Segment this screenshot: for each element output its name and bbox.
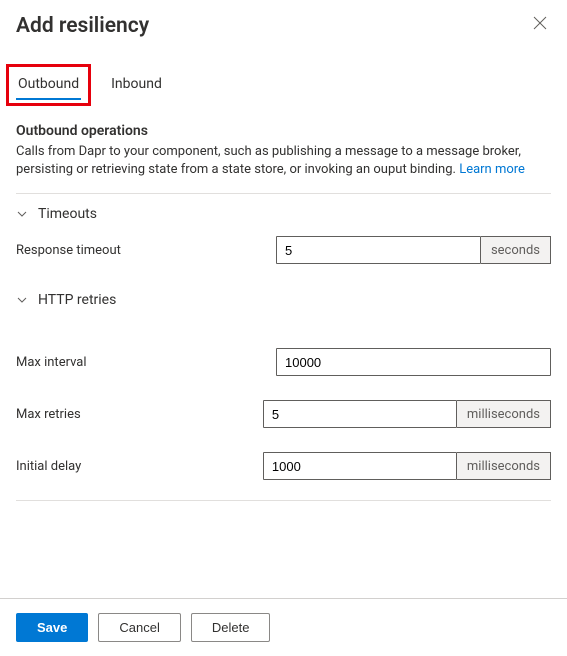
tab-outbound[interactable]: Outbound xyxy=(16,70,81,98)
initial-delay-unit: milliseconds xyxy=(457,452,551,480)
cancel-button[interactable]: Cancel xyxy=(98,613,180,642)
close-icon[interactable] xyxy=(529,14,551,32)
save-button[interactable]: Save xyxy=(16,613,88,642)
http-retries-section-header[interactable]: HTTP retries xyxy=(16,292,551,308)
response-timeout-input[interactable] xyxy=(276,236,481,264)
max-interval-input[interactable] xyxy=(276,348,551,376)
section-description-text: Calls from Dapr to your component, such … xyxy=(16,144,521,177)
tab-outbound-label: Outbound xyxy=(18,76,79,92)
initial-delay-label: Initial delay xyxy=(16,459,263,474)
timeouts-section-label: Timeouts xyxy=(38,206,97,222)
max-retries-input[interactable] xyxy=(263,400,457,428)
max-retries-label: Max retries xyxy=(16,407,263,422)
chevron-down-icon xyxy=(16,294,28,306)
chevron-down-icon xyxy=(16,208,28,220)
learn-more-link[interactable]: Learn more xyxy=(459,162,525,177)
initial-delay-input[interactable] xyxy=(263,452,457,480)
tab-inbound[interactable]: Inbound xyxy=(109,70,164,98)
section-description: Calls from Dapr to your component, such … xyxy=(16,143,551,179)
footer-bar: Save Cancel Delete xyxy=(0,598,567,656)
tab-inbound-label: Inbound xyxy=(111,76,162,92)
http-retries-section-label: HTTP retries xyxy=(38,292,116,308)
section-heading: Outbound operations xyxy=(16,123,551,139)
timeouts-section-header[interactable]: Timeouts xyxy=(16,206,551,222)
response-timeout-row: Response timeout seconds xyxy=(16,236,551,264)
max-interval-label: Max interval xyxy=(16,355,276,370)
response-timeout-label: Response timeout xyxy=(16,243,276,258)
max-retries-row: Max retries milliseconds xyxy=(16,400,551,428)
delete-button[interactable]: Delete xyxy=(191,613,271,642)
max-interval-row: Max interval xyxy=(16,348,551,376)
max-retries-unit: milliseconds xyxy=(457,400,551,428)
response-timeout-unit: seconds xyxy=(481,236,551,264)
page-title: Add resiliency xyxy=(16,14,149,38)
initial-delay-row: Initial delay milliseconds xyxy=(16,452,551,480)
